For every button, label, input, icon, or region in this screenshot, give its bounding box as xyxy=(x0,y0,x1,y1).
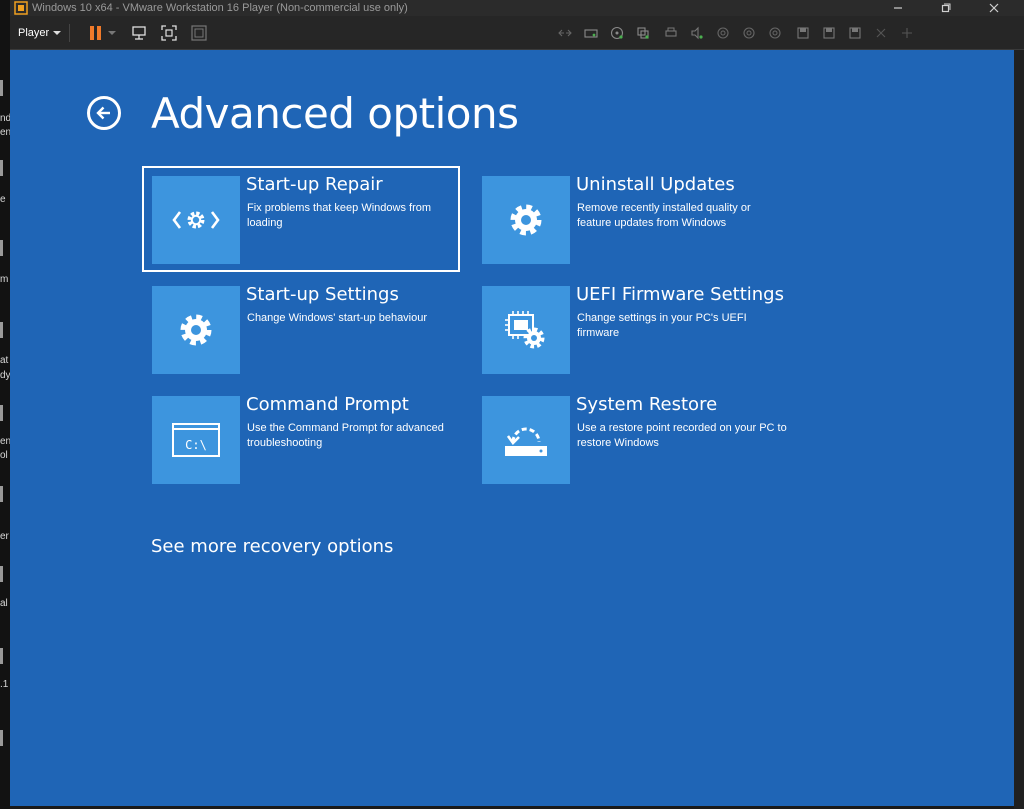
pause-dropdown-button[interactable] xyxy=(106,22,118,44)
device-icon[interactable] xyxy=(874,26,888,40)
desktop-icon xyxy=(0,648,3,664)
send-ctrl-alt-del-button[interactable] xyxy=(128,22,150,44)
desktop-icon xyxy=(0,240,3,256)
desktop-label-fragment: at xyxy=(0,355,9,366)
player-toolbar: Player xyxy=(10,16,1024,50)
option-title: Uninstall Updates xyxy=(576,174,735,195)
floppy-icon[interactable] xyxy=(848,26,862,40)
device-icon[interactable] xyxy=(768,26,782,40)
minimize-icon xyxy=(894,7,902,9)
desktop-label-fragment: ol xyxy=(0,450,8,461)
restore-button[interactable] xyxy=(928,0,964,16)
minimize-button[interactable] xyxy=(880,0,916,16)
gear-icon xyxy=(180,314,212,346)
chevron-down-icon xyxy=(108,31,116,35)
option-title: Start-up Settings xyxy=(246,284,399,305)
option-description: Use the Command Prompt for advanced trou… xyxy=(247,422,444,449)
device-icon[interactable] xyxy=(742,26,756,40)
player-menu-button[interactable]: Player xyxy=(14,24,71,42)
unity-button[interactable] xyxy=(188,22,210,44)
desktop-label-fragment: m xyxy=(0,274,9,285)
desktop-label-fragment: dy xyxy=(0,370,10,381)
option-tile xyxy=(152,286,240,374)
desktop-icon xyxy=(0,405,3,421)
option-description: Change Windows' start-up behaviour xyxy=(247,312,428,324)
vmware-logo-icon xyxy=(14,1,28,15)
desktop-icon xyxy=(0,160,3,176)
option-title: Start-up Repair xyxy=(246,174,383,195)
option-tile xyxy=(482,176,570,264)
option-startup-repair[interactable]: Start-up Repair Fix problems that keep W… xyxy=(142,166,460,272)
command-prompt-icon: C:\ xyxy=(172,423,220,457)
option-startup-settings[interactable]: Start-up Settings Change Windows' start-… xyxy=(144,278,462,384)
device-icon[interactable] xyxy=(716,26,730,40)
option-uninstall-updates[interactable]: Uninstall Updates Remove recently instal… xyxy=(474,168,792,274)
startup-repair-icon xyxy=(172,211,220,229)
restore-icon xyxy=(941,3,951,13)
gear-icon xyxy=(510,204,542,236)
hard-disk-icon[interactable] xyxy=(584,26,598,40)
option-system-restore[interactable]: System Restore Use a restore point recor… xyxy=(474,388,792,494)
desktop-label-fragment: en xyxy=(0,127,10,138)
option-tile xyxy=(152,176,240,264)
desktop-label-fragment: en xyxy=(0,436,10,447)
system-restore-icon xyxy=(505,427,547,456)
desktop-label-fragment: .1 xyxy=(0,679,9,690)
option-title: UEFI Firmware Settings xyxy=(576,284,784,305)
floppy-icon[interactable] xyxy=(822,26,836,40)
desktop-label-fragment: er xyxy=(0,531,9,542)
option-tile xyxy=(482,286,570,374)
pause-button[interactable] xyxy=(84,22,106,44)
desktop-icon xyxy=(0,566,3,582)
device-icon[interactable] xyxy=(900,26,914,40)
desktop-icon xyxy=(0,486,3,502)
player-menu-label: Player xyxy=(18,27,50,39)
option-command-prompt[interactable]: C:\ Command Prompt Use the Command Promp… xyxy=(144,388,462,494)
back-button[interactable] xyxy=(87,96,121,130)
option-description: Use a restore point recorded on your PC … xyxy=(577,422,787,449)
desktop-icon xyxy=(0,80,3,96)
command-prompt-icon-text: C:\ xyxy=(185,438,207,452)
vm-guest-screen[interactable]: Advanced options Start-up Repair Fix pro… xyxy=(10,50,1014,806)
option-title: System Restore xyxy=(576,394,718,415)
see-more-recovery-options-link[interactable]: See more recovery options xyxy=(151,535,393,559)
usb-icon[interactable] xyxy=(636,26,650,40)
option-tile xyxy=(482,396,570,484)
ctrl-alt-del-icon xyxy=(132,26,146,40)
close-icon xyxy=(989,3,999,13)
back-arrow-icon xyxy=(96,106,110,120)
host-desktop-strip: nd en e m at dy en ol er al .1 xyxy=(0,0,10,809)
desktop-label-fragment: al xyxy=(0,598,8,609)
printer-icon[interactable] xyxy=(664,26,678,40)
desktop-icon xyxy=(0,322,3,338)
desktop-label-fragment: e xyxy=(0,194,6,205)
option-description: Remove recently installed quality or fea… xyxy=(577,202,751,229)
pause-icon xyxy=(89,26,101,40)
floppy-icon[interactable] xyxy=(796,26,810,40)
fullscreen-icon xyxy=(161,25,177,41)
unity-icon xyxy=(191,25,207,41)
option-description: Fix problems that keep Windows from load… xyxy=(247,202,432,229)
fullscreen-button[interactable] xyxy=(158,22,180,44)
option-uefi-firmware-settings[interactable]: UEFI Firmware Settings Change settings i… xyxy=(474,278,792,384)
window-right-border xyxy=(1014,50,1024,809)
option-tile: C:\ xyxy=(152,396,240,484)
window-title-bar[interactable]: Windows 10 x64 - VMware Workstation 16 P… xyxy=(10,0,1024,16)
sound-icon[interactable] xyxy=(690,26,704,40)
page-title: Advanced options xyxy=(151,89,519,138)
firmware-chip-icon xyxy=(505,311,545,349)
desktop-label-fragment: nd xyxy=(0,113,10,124)
close-button[interactable] xyxy=(976,0,1012,16)
option-description: Change settings in your PC's UEFI firmwa… xyxy=(577,312,747,339)
cd-dvd-icon[interactable] xyxy=(610,26,624,40)
chevron-down-icon xyxy=(53,31,62,35)
network-icon[interactable] xyxy=(558,26,572,40)
window-title: Windows 10 x64 - VMware Workstation 16 P… xyxy=(32,2,408,14)
option-title: Command Prompt xyxy=(246,394,409,415)
desktop-icon xyxy=(0,730,3,746)
